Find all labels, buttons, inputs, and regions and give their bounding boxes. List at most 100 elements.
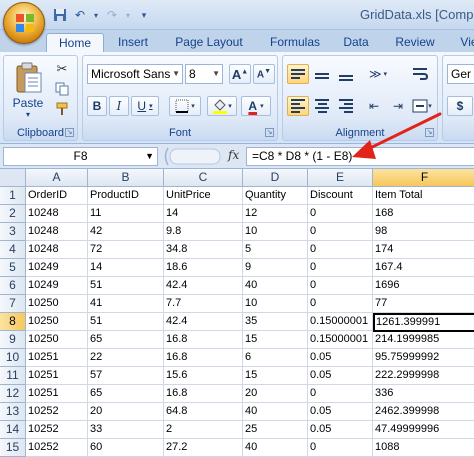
row-header[interactable]: 1 — [0, 187, 26, 205]
borders-button[interactable]: ▾ — [169, 96, 201, 116]
row-header[interactable]: 12 — [0, 385, 26, 403]
grid-cell[interactable]: 2 — [164, 421, 243, 439]
grid-cell[interactable]: 64.8 — [164, 403, 243, 421]
grid-cell[interactable]: 10252 — [26, 403, 88, 421]
grid-cell[interactable]: 10 — [243, 223, 308, 241]
grid-cell[interactable]: 0 — [308, 277, 373, 295]
row-header[interactable]: 4 — [0, 241, 26, 259]
row-header[interactable]: 6 — [0, 277, 26, 295]
grid-cell[interactable]: 10252 — [26, 439, 88, 457]
grid-cell[interactable]: 222.2999998 — [373, 367, 474, 385]
select-all-corner[interactable] — [0, 169, 26, 187]
grid-cell[interactable]: 0 — [308, 241, 373, 259]
grid-cell[interactable]: 0 — [308, 385, 373, 403]
copy-button[interactable] — [52, 80, 72, 98]
formula-bar-divider-icon[interactable] — [162, 147, 222, 166]
grid-cell[interactable]: Discount — [308, 187, 373, 205]
grid-cell[interactable]: 14 — [88, 259, 164, 277]
grid-cell[interactable]: 57 — [88, 367, 164, 385]
grid-cell[interactable]: 25 — [243, 421, 308, 439]
grid-cell[interactable]: 10251 — [26, 385, 88, 403]
grid-cell[interactable]: 15.6 — [164, 367, 243, 385]
redo-icon[interactable]: ↷ — [104, 7, 120, 23]
grid-cell[interactable]: 20 — [88, 403, 164, 421]
grid-cell[interactable]: 41 — [88, 295, 164, 313]
column-header-f[interactable]: F — [373, 169, 474, 187]
grid-cell[interactable]: 42.4 — [164, 313, 243, 331]
grid-cell[interactable]: 9 — [243, 259, 308, 277]
grid-cell[interactable]: 95.75999992 — [373, 349, 474, 367]
grid-cell[interactable]: 0 — [308, 205, 373, 223]
grid-cell[interactable]: 0.15000001 — [308, 313, 373, 331]
insert-function-icon[interactable]: fx — [228, 148, 239, 162]
grid-cell[interactable]: 22 — [88, 349, 164, 367]
formula-input[interactable]: =C8 * D8 * (1 - E8) — [246, 147, 474, 166]
grid-cell[interactable]: 15 — [243, 367, 308, 385]
row-header[interactable]: 13 — [0, 403, 26, 421]
font-name-combo[interactable]: Microsoft Sans ▼ — [87, 64, 183, 84]
tab-review[interactable]: Review — [390, 33, 440, 52]
grid-cell[interactable]: Item Total — [373, 187, 474, 205]
column-header-a[interactable]: A — [26, 169, 88, 187]
underline-button[interactable]: U ▾ — [131, 96, 159, 116]
row-header[interactable]: 2 — [0, 205, 26, 223]
grid-cell[interactable]: 72 — [88, 241, 164, 259]
merge-center-button[interactable]: ▾ — [409, 96, 435, 116]
grid-cell[interactable]: UnitPrice — [164, 187, 243, 205]
align-left-button[interactable] — [287, 96, 309, 116]
middle-align-button[interactable] — [311, 64, 333, 84]
office-button[interactable] — [3, 2, 45, 44]
tab-formulas[interactable]: Formulas — [262, 33, 328, 52]
grid-cell[interactable]: 214.1999985 — [373, 331, 474, 349]
bottom-align-button[interactable] — [335, 64, 357, 84]
alignment-launcher-icon[interactable]: ↘ — [425, 128, 434, 137]
grid-cell[interactable]: 10249 — [26, 277, 88, 295]
fill-color-button[interactable]: ▾ — [207, 96, 237, 116]
grid-cell[interactable]: 40 — [243, 403, 308, 421]
grid-cell[interactable]: 336 — [373, 385, 474, 403]
grid-cell[interactable]: 11 — [88, 205, 164, 223]
grid-cell[interactable]: 16.8 — [164, 331, 243, 349]
grid-cell[interactable]: Quantity — [243, 187, 308, 205]
customize-quick-access-icon[interactable]: ▾ — [136, 7, 152, 23]
grid-cell[interactable]: 18.6 — [164, 259, 243, 277]
grid-cell[interactable]: 7.7 — [164, 295, 243, 313]
grid-cell[interactable]: 60 — [88, 439, 164, 457]
grid-cell[interactable]: 6 — [243, 349, 308, 367]
column-header-b[interactable]: B — [88, 169, 164, 187]
grid-cell[interactable]: 65 — [88, 385, 164, 403]
row-header[interactable]: 10 — [0, 349, 26, 367]
row-header[interactable]: 3 — [0, 223, 26, 241]
grid-cell[interactable]: 10249 — [26, 259, 88, 277]
font-size-combo[interactable]: 8 ▼ — [185, 64, 223, 84]
grid-cell[interactable]: 10248 — [26, 223, 88, 241]
grid-cell[interactable]: 9.8 — [164, 223, 243, 241]
grid-cell[interactable]: 10250 — [26, 313, 88, 331]
font-size-dropdown-icon[interactable]: ▼ — [212, 65, 220, 83]
save-icon[interactable] — [52, 7, 68, 23]
grid-cell[interactable]: 1696 — [373, 277, 474, 295]
grid-cell[interactable]: 27.2 — [164, 439, 243, 457]
grid-cell[interactable]: 10250 — [26, 331, 88, 349]
redo-dropdown-icon[interactable]: ▾ — [124, 7, 132, 23]
bold-button[interactable]: B — [87, 96, 107, 116]
row-header[interactable]: 9 — [0, 331, 26, 349]
grid-cell[interactable]: 77 — [373, 295, 474, 313]
grid-cell[interactable]: 40 — [243, 439, 308, 457]
grid-cell[interactable]: 51 — [88, 313, 164, 331]
grid-cell[interactable]: 0 — [308, 295, 373, 313]
column-header-d[interactable]: D — [243, 169, 308, 187]
currency-button[interactable]: $ — [447, 96, 473, 116]
grid-cell[interactable]: 20 — [243, 385, 308, 403]
grid-cell[interactable]: 0.05 — [308, 367, 373, 385]
wrap-text-button[interactable] — [407, 64, 433, 84]
grid-cell[interactable]: 16.8 — [164, 349, 243, 367]
align-right-button[interactable] — [335, 96, 357, 116]
grid-cell[interactable]: 14 — [164, 205, 243, 223]
grid-cell[interactable]: 0.05 — [308, 421, 373, 439]
grid-cell[interactable]: 0 — [308, 223, 373, 241]
clipboard-launcher-icon[interactable]: ↘ — [65, 128, 74, 137]
grid-cell[interactable]: 35 — [243, 313, 308, 331]
grid-cell[interactable]: OrderID — [26, 187, 88, 205]
font-name-dropdown-icon[interactable]: ▼ — [172, 65, 180, 83]
